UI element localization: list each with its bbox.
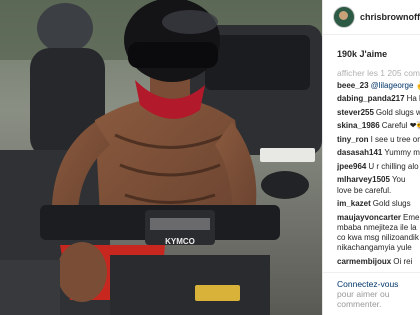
comment-text: Yummy mis — [384, 148, 420, 158]
comment-list: beee_23@lilageorge ✌ dabing_panda217Ha h… — [323, 81, 420, 267]
username-link[interactable]: chrisbrownofficial — [360, 12, 420, 22]
comment-username[interactable]: dabing_panda217 — [337, 94, 405, 103]
comment-text: Oi rei — [393, 256, 413, 266]
comment-username[interactable]: skina_1986 — [337, 121, 380, 130]
login-prompt-text: pour aimer ou commenter. — [337, 289, 390, 309]
comment-username[interactable]: jpee964 — [337, 162, 366, 171]
list-item: im_kazet Gold slugs — [337, 199, 420, 209]
list-item: stever255 Gold slugs w — [337, 108, 420, 118]
load-more-comments-link[interactable]: afficher les 1 205 comm... — [323, 62, 420, 81]
comment-text: U r chilling alo — [368, 161, 419, 171]
comment-username[interactable]: maujayvoncarter — [337, 213, 401, 222]
comment-username[interactable]: im_kazet — [337, 199, 371, 208]
comment-username[interactable]: tiny_ron — [337, 135, 369, 144]
list-item: beee_23@lilageorge ✌ — [337, 81, 420, 91]
comment-text: Gold slugs — [372, 199, 411, 209]
comment-username[interactable]: stever255 — [337, 108, 374, 117]
comment-username[interactable]: carmembijoux — [337, 257, 391, 266]
comment-text: I see u tree on — [370, 134, 420, 144]
list-item: carmembijoux Oi rei — [337, 257, 420, 267]
avatar[interactable] — [333, 6, 355, 28]
list-item: skina_1986Careful ❤🐝 — [337, 121, 420, 131]
photo-image: KYMCO — [0, 0, 322, 315]
comment-text: Ha ha — [406, 94, 420, 104]
comment-text: Gold slugs w — [375, 107, 420, 117]
post-header: chrisbrownofficial — [323, 0, 420, 35]
comment-mention[interactable]: @lilageorge — [371, 81, 414, 90]
post-photo[interactable]: KYMCO — [0, 0, 322, 315]
list-item: tiny_ron I see u tree on — [337, 135, 420, 145]
login-link[interactable]: Connectez-vous — [337, 279, 420, 289]
list-item: dasasah141Yummy mis — [337, 148, 420, 158]
comments-panel: chrisbrownofficial 190k J'aime afficher … — [322, 0, 420, 315]
photo-plate: KYMCO — [165, 237, 195, 246]
list-item: jpee964 U r chilling alo — [337, 162, 420, 172]
list-item: maujayvoncarterEmema mbaba nmejiteza ile… — [337, 213, 420, 254]
comment-username[interactable]: mlharvey1505 — [337, 175, 390, 184]
comment-text: Careful ❤🐝 — [381, 121, 420, 131]
comment-text-tail: ✌ — [413, 81, 420, 90]
login-prompt: Connectez-vous pour aimer ou commenter. — [323, 272, 420, 315]
list-item: mlharvey1505 You love be careful. — [337, 175, 420, 195]
comment-username[interactable]: beee_23 — [337, 81, 369, 90]
likes-count[interactable]: 190k J'aime — [323, 35, 420, 62]
comment-username[interactable]: dasasah141 — [337, 148, 382, 157]
list-item: dabing_panda217Ha ha — [337, 94, 420, 104]
